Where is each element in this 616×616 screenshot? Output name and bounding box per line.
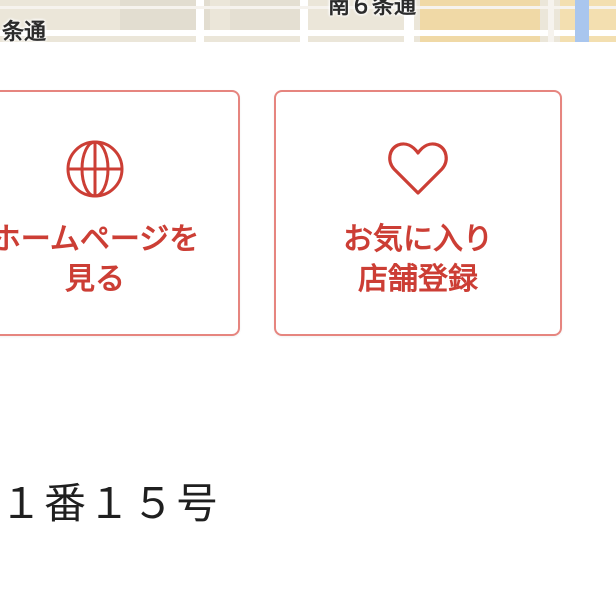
map-street-label: 南６条通 <box>328 0 417 19</box>
heart-icon <box>388 142 448 195</box>
view-homepage-label-line1: ホームページを <box>0 222 200 257</box>
view-homepage-label: ホームページを 見る <box>0 220 238 300</box>
map-street-label: 条通 <box>2 20 47 42</box>
map-tiles <box>0 0 616 42</box>
store-address: １番１５号 <box>0 479 221 528</box>
view-homepage-button[interactable]: ホームページを 見る <box>0 90 240 336</box>
add-favorite-label-line2: 店舗登録 <box>358 262 478 297</box>
map-view[interactable]: 条通 南６条通 <box>0 0 616 42</box>
globe-icon <box>66 140 124 198</box>
view-homepage-label-line2: 見る <box>65 262 125 297</box>
add-favorite-button[interactable]: お気に入り 店舗登録 <box>274 90 562 336</box>
add-favorite-label-line1: お気に入り <box>343 222 493 257</box>
add-favorite-label: お気に入り 店舗登録 <box>276 220 560 300</box>
page: 条通 南６条通 ホームページを 見る お気に入り 店舗登録 １番１５号 <box>0 0 616 616</box>
